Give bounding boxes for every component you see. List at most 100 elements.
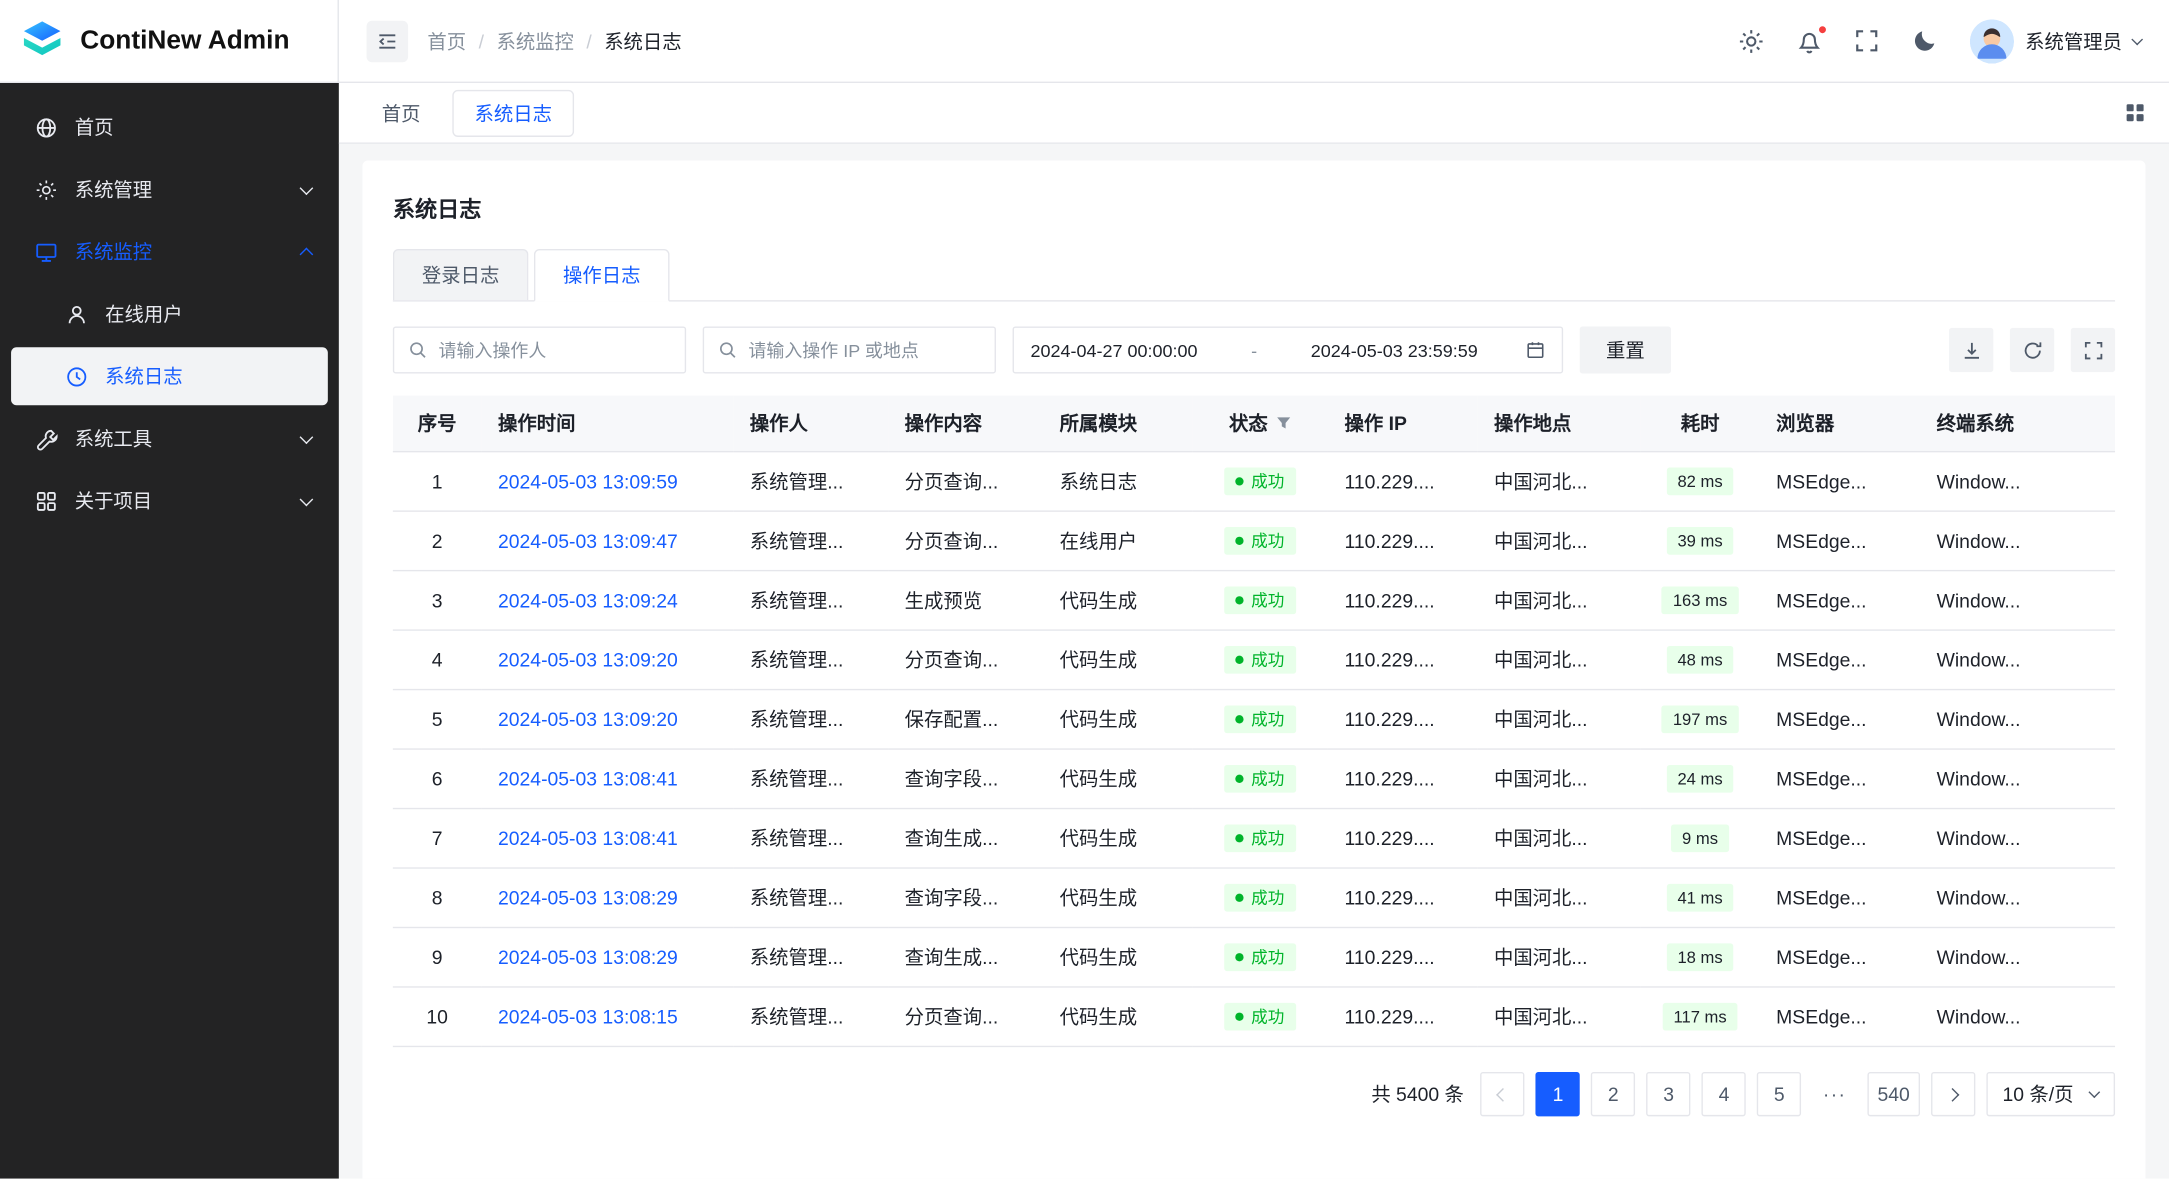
avatar	[1970, 19, 2014, 63]
sidebar-item-system-monitor[interactable]: 系统监控	[11, 223, 328, 281]
header-actions: 系统管理员	[1737, 19, 2141, 63]
pagination-prev-button[interactable]	[1481, 1072, 1525, 1116]
log-time-link[interactable]: 2024-05-03 13:09:24	[498, 589, 678, 611]
filter-funnel-icon[interactable]	[1275, 415, 1292, 432]
pagination-page-3[interactable]: 3	[1647, 1072, 1691, 1116]
cost-badge: 39 ms	[1666, 527, 1733, 555]
log-time-link[interactable]: 2024-05-03 13:09:20	[498, 708, 678, 730]
sidebar-item-system-tools[interactable]: 系统工具	[11, 409, 328, 467]
log-time-link[interactable]: 2024-05-03 13:08:29	[498, 887, 678, 909]
app-title: ContiNew Admin	[80, 26, 289, 56]
cell-operator: 系统管理...	[733, 927, 888, 986]
cost-badge: 18 ms	[1666, 943, 1733, 971]
pagination-page-540[interactable]: 540	[1868, 1072, 1920, 1116]
cell-operator: 系统管理...	[733, 690, 888, 749]
log-time-link[interactable]: 2024-05-03 13:08:41	[498, 768, 678, 790]
status-badge: 成功	[1225, 468, 1296, 496]
breadcrumb-home[interactable]: 首页	[427, 27, 466, 55]
sidebar-item-online-users[interactable]: 在线用户	[11, 285, 328, 343]
cell-content: 查询生成...	[888, 809, 1043, 868]
tabbar-tab-system-log[interactable]: 系统日志	[452, 89, 574, 136]
pagination-page-1[interactable]: 1	[1536, 1072, 1580, 1116]
page-tabbar: 首页 系统日志	[339, 83, 2169, 144]
cell-status: 成功	[1192, 630, 1328, 689]
pagination-page-4[interactable]: 4	[1702, 1072, 1746, 1116]
status-dot	[1236, 953, 1244, 961]
table-row: 22024-05-03 13:09:47系统管理...分页查询...在线用户成功…	[393, 511, 2115, 570]
status-badge: 成功	[1225, 646, 1296, 674]
pagination-page-2[interactable]: 2	[1591, 1072, 1635, 1116]
cell-index: 1	[393, 452, 482, 511]
cell-browser: MSEdge...	[1760, 927, 1920, 986]
ip-search-box	[703, 326, 996, 373]
operator-search-input[interactable]	[439, 340, 671, 361]
sidebar-item-system-management[interactable]: 系统管理	[11, 160, 328, 218]
search-icon	[718, 340, 737, 359]
tab-operation-log[interactable]: 操作日志	[534, 249, 670, 302]
status-badge: 成功	[1225, 527, 1296, 555]
cell-module: 系统日志	[1043, 452, 1192, 511]
cell-cost: 197 ms	[1641, 690, 1760, 749]
pagination-next-button[interactable]	[1931, 1072, 1975, 1116]
cell-index: 6	[393, 749, 482, 808]
pagination-page-5[interactable]: 5	[1757, 1072, 1801, 1116]
pagination-pages: 12345··· 540	[1536, 1072, 1920, 1116]
cell-os: Window...	[1920, 987, 2115, 1046]
cell-browser: MSEdge...	[1760, 511, 1920, 570]
sidebar-item-system-log[interactable]: 系统日志	[11, 347, 328, 405]
table-row: 92024-05-03 13:08:29系统管理...查询生成...代码生成成功…	[393, 927, 2115, 986]
table-row: 32024-05-03 13:09:24系统管理...生成预览代码生成成功110…	[393, 571, 2115, 630]
breadcrumb-separator: /	[586, 30, 591, 52]
cell-browser: MSEdge...	[1760, 987, 1920, 1046]
log-time-link[interactable]: 2024-05-03 13:08:29	[498, 946, 678, 968]
moon-icon[interactable]	[1912, 27, 1940, 55]
log-time-link[interactable]: 2024-05-03 13:08:41	[498, 827, 678, 849]
date-range-picker[interactable]: 2024-04-27 00:00:00 - 2024-05-03 23:59:5…	[1013, 326, 1564, 373]
pagination-total: 共 5400 条	[1371, 1080, 1464, 1108]
cost-badge: 9 ms	[1671, 824, 1729, 852]
bell-icon[interactable]	[1796, 27, 1824, 55]
ip-search-input[interactable]	[748, 340, 980, 361]
page-size-value: 10 条/页	[2003, 1080, 2074, 1108]
apps-grid-icon[interactable]	[2123, 101, 2147, 125]
cell-ip: 110.229....	[1328, 690, 1477, 749]
tab-login-log[interactable]: 登录日志	[393, 249, 529, 300]
settings-gear-icon[interactable]	[1737, 27, 1765, 55]
log-time-link[interactable]: 2024-05-03 13:09:59	[498, 470, 678, 492]
log-time-link[interactable]: 2024-05-03 13:09:20	[498, 649, 678, 671]
sidebar-item-label: 系统监控	[75, 238, 152, 266]
breadcrumb-system-monitor[interactable]: 系统监控	[496, 27, 573, 55]
status-dot	[1236, 596, 1244, 604]
cell-browser: MSEdge...	[1760, 749, 1920, 808]
reset-button[interactable]: 重置	[1580, 326, 1671, 373]
sidebar-item-home[interactable]: 首页	[11, 98, 328, 156]
cell-location: 中国河北...	[1477, 630, 1640, 689]
cell-os: Window...	[1920, 749, 2115, 808]
cell-module: 代码生成	[1043, 690, 1192, 749]
cell-time: 2024-05-03 13:09:24	[481, 571, 733, 630]
sidebar-item-about-project[interactable]: 关于项目	[11, 472, 328, 530]
status-dot	[1236, 656, 1244, 664]
pagination-ellipsis[interactable]: ···	[1812, 1072, 1856, 1116]
cell-operator: 系统管理...	[733, 452, 888, 511]
filter-toolbar: 2024-04-27 00:00:00 - 2024-05-03 23:59:5…	[393, 326, 2115, 373]
page-size-select[interactable]: 10 条/页	[1986, 1072, 2115, 1116]
sidebar: ContiNew Admin 首页 系统管理	[0, 0, 339, 1179]
table-fullscreen-button[interactable]	[2071, 328, 2115, 372]
user-menu[interactable]: 系统管理员	[1970, 19, 2142, 63]
col-status-label: 状态	[1229, 409, 1268, 437]
fullscreen-icon[interactable]	[1854, 27, 1882, 55]
cell-time: 2024-05-03 13:08:29	[481, 868, 733, 927]
cell-os: Window...	[1920, 809, 2115, 868]
log-time-link[interactable]: 2024-05-03 13:08:15	[498, 1006, 678, 1028]
tabbar-tab-home[interactable]: 首页	[361, 91, 441, 135]
cell-content: 查询字段...	[888, 749, 1043, 808]
menu-fold-button[interactable]	[367, 20, 408, 61]
log-time-link[interactable]: 2024-05-03 13:09:47	[498, 530, 678, 552]
chevron-right-icon	[1946, 1087, 1960, 1101]
status-dot	[1236, 894, 1244, 902]
cell-content: 分页查询...	[888, 452, 1043, 511]
refresh-button[interactable]	[2010, 328, 2054, 372]
cell-module: 代码生成	[1043, 987, 1192, 1046]
download-button[interactable]	[1949, 328, 1993, 372]
